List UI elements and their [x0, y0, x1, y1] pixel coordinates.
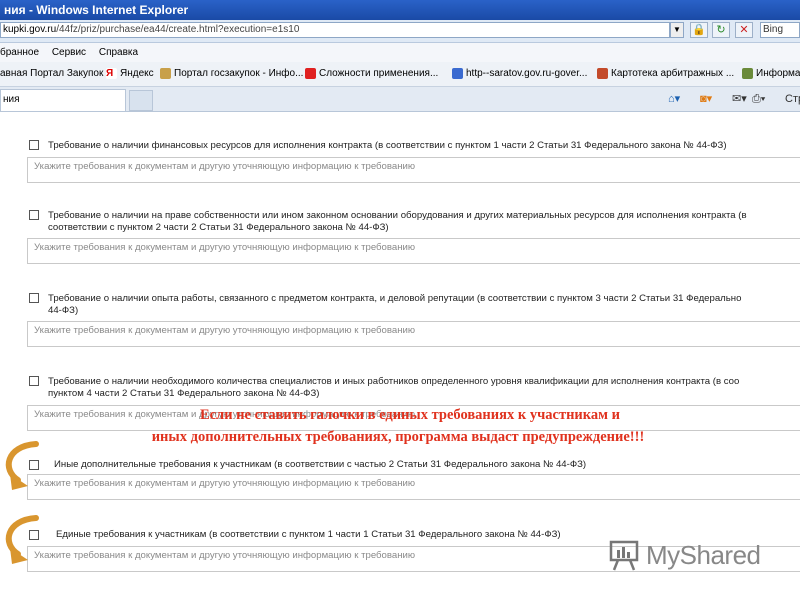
emblem-icon	[452, 67, 463, 79]
favorite-arbitration[interactable]: Картотека арбитражных ...	[597, 62, 734, 86]
presentation-board-icon	[609, 540, 639, 571]
requirement-checkbox-experience[interactable]	[29, 293, 39, 303]
page-menu[interactable]: Стр	[785, 90, 800, 108]
annotation-line-1: Если не ставить галочки в единых требова…	[199, 407, 621, 423]
lock-icon[interactable]: 🔒	[690, 22, 708, 38]
requirement-input-financial[interactable]: Укажите требования к документам и другую…	[27, 157, 800, 183]
address-dropdown-icon[interactable]: ▼	[670, 22, 684, 38]
favorite-yandex[interactable]: Я Яндекс	[106, 62, 154, 86]
requirement-label-equipment-2: соответствии с пунктом 2 части 2 Статьи …	[48, 222, 389, 233]
search-input[interactable]: Bing	[760, 22, 800, 38]
myshared-logo: MyShared	[608, 538, 778, 572]
address-path: /44fz/priz/purchase/ea44/create.html?exe…	[56, 24, 300, 35]
curved-arrow-icon	[5, 441, 39, 490]
emblem-icon	[160, 67, 171, 79]
mail-icon[interactable]: ✉▾	[732, 90, 747, 108]
logo-text: MyShared	[646, 540, 761, 570]
menu-help[interactable]: Справка	[99, 43, 138, 62]
emblem-icon	[742, 67, 753, 79]
print-icon[interactable]: ⎙▾	[752, 90, 765, 108]
favorite-saratov[interactable]: http--saratov.gov.ru-gover...	[452, 62, 587, 86]
youtube-icon	[305, 67, 316, 79]
annotation-line-2: иных дополнительных требованиях, програм…	[151, 429, 645, 445]
address-input[interactable]: kupki.gov.ru/44fz/priz/purchase/ea44/cre…	[0, 22, 670, 38]
requirement-input-additional[interactable]: Укажите требования к документам и другую…	[27, 474, 800, 500]
refresh-icon[interactable]: ↻	[712, 22, 730, 38]
requirement-input-equipment[interactable]: Укажите требования к документам и другую…	[27, 238, 800, 264]
address-bar: kupki.gov.ru/44fz/priz/purchase/ea44/cre…	[0, 20, 800, 43]
favorites-bar: авная Портал Закупок Я Яндекс Портал госз…	[0, 62, 800, 87]
favorite-info[interactable]: Информа	[742, 62, 800, 86]
menu-tools[interactable]: Сервис	[52, 43, 86, 62]
requirement-label-specialists-1: Требование о наличии необходимого количе…	[48, 376, 740, 387]
requirement-checkbox-equipment[interactable]	[29, 210, 39, 220]
requirement-label-specialists-2: пунктом 4 части 2 Статьи 31 Федерального…	[48, 388, 320, 399]
menu-bar: бранное Сервис Справка	[0, 43, 800, 62]
tab-active[interactable]: ния	[0, 89, 126, 111]
page-content: Требование о наличии финансовых ресурсов…	[0, 112, 800, 600]
tab-bar: ния ⌂▾ ◙▾ ✉▾ ⎙▾ Стр	[0, 87, 800, 112]
favorite-complexity[interactable]: Сложности применения...	[305, 62, 438, 86]
requirement-checkbox-specialists[interactable]	[29, 376, 39, 386]
window-title: ния - Windows Internet Explorer	[0, 0, 800, 20]
yandex-icon: Я	[106, 67, 117, 79]
requirement-label-additional: Иные дополнительные требования к участни…	[54, 459, 587, 470]
menu-favorites[interactable]: бранное	[0, 43, 39, 62]
requirement-label-uniform: Единые требования к участникам (в соотве…	[56, 529, 561, 540]
favorite-goszakupok[interactable]: Портал госзакупок - Инфо...	[160, 62, 303, 86]
home-icon[interactable]: ⌂▾	[668, 90, 680, 108]
curved-arrow-icon	[5, 515, 39, 564]
stop-icon[interactable]: ✕	[735, 22, 753, 38]
emblem-icon	[597, 67, 608, 79]
requirement-label-experience-1: Требование о наличии опыта работы, связа…	[48, 293, 742, 304]
new-tab-button[interactable]	[129, 90, 153, 111]
address-host: kupki.gov.ru	[3, 24, 57, 35]
requirement-input-experience[interactable]: Укажите требования к документам и другую…	[27, 321, 800, 347]
requirement-label-experience-2: 44-ФЗ)	[48, 305, 79, 316]
feeds-icon[interactable]: ◙▾	[700, 90, 712, 108]
requirement-label-financial: Требование о наличии финансовых ресурсов…	[48, 140, 727, 151]
requirement-label-equipment-1: Требование о наличии на праве собственно…	[48, 210, 747, 221]
requirement-checkbox-financial[interactable]	[29, 140, 39, 150]
favorite-zakupki[interactable]: авная Портал Закупок	[0, 62, 103, 86]
